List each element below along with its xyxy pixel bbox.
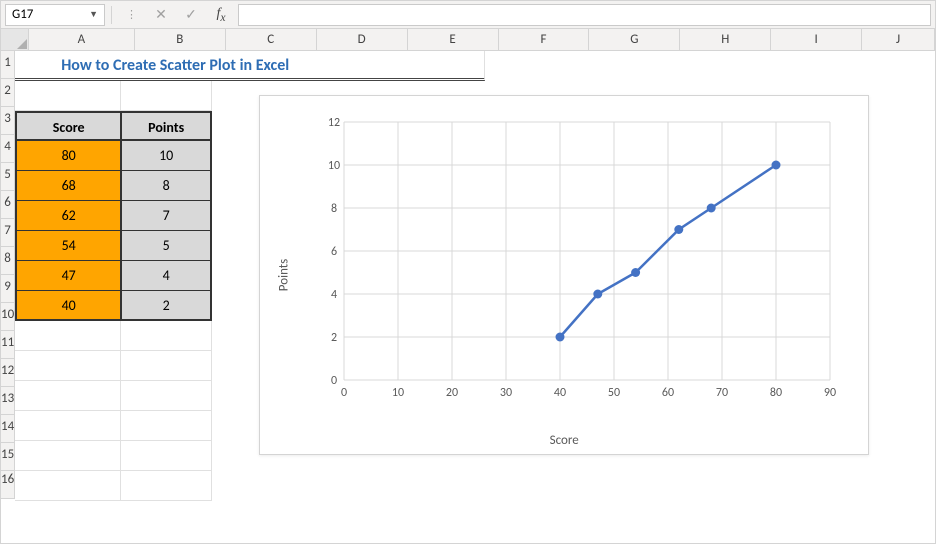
col-header-D[interactable]: D xyxy=(317,29,408,50)
svg-text:4: 4 xyxy=(331,288,337,302)
cell[interactable] xyxy=(121,441,212,471)
row-header[interactable]: 15 xyxy=(1,443,15,471)
chart-plot: 0 2 4 6 8 10 12 0 10 20 30 40 50 60 70 80 90 xyxy=(320,116,840,404)
table-cell[interactable]: 10 xyxy=(121,141,212,171)
grid-area: A B C D E F G H I J 1 2 3 4 5 6 7 8 9 10 xyxy=(1,29,935,543)
chart-x-axis-title: Score xyxy=(550,433,579,448)
cancel-icon[interactable]: ✕ xyxy=(148,4,174,26)
cell[interactable] xyxy=(121,81,212,111)
row-header[interactable]: 6 xyxy=(1,191,15,219)
svg-text:30: 30 xyxy=(500,386,512,400)
table-cell[interactable]: 47 xyxy=(15,261,121,291)
table-header-points[interactable]: Points xyxy=(121,111,212,141)
row-header[interactable]: 12 xyxy=(1,359,15,387)
row-header[interactable]: 3 xyxy=(1,107,15,135)
svg-text:70: 70 xyxy=(716,386,728,400)
row-header[interactable]: 2 xyxy=(1,79,15,107)
row-header[interactable]: 11 xyxy=(1,331,15,359)
svg-text:50: 50 xyxy=(608,386,620,400)
formula-bar: G17 ▼ ⋮ ✕ ✓ fx xyxy=(1,1,935,29)
row-header[interactable]: 9 xyxy=(1,275,15,303)
svg-text:6: 6 xyxy=(331,245,337,259)
table-cell[interactable]: 4 xyxy=(121,261,212,291)
table-cell[interactable]: 2 xyxy=(121,291,212,321)
chart[interactable]: Points Score 0 2 4 6 8 10 12 0 10 20 30 40 50 60 70 80 9… xyxy=(259,95,869,455)
svg-text:2: 2 xyxy=(331,331,337,345)
svg-text:8: 8 xyxy=(331,202,337,216)
cell[interactable] xyxy=(15,441,121,471)
col-header-A[interactable]: A xyxy=(29,29,135,50)
row-header[interactable]: 4 xyxy=(1,135,15,163)
cell[interactable] xyxy=(15,471,121,501)
row-header[interactable]: 5 xyxy=(1,163,15,191)
cell[interactable] xyxy=(121,321,212,351)
col-header-B[interactable]: B xyxy=(135,29,226,50)
svg-text:90: 90 xyxy=(824,386,836,400)
svg-text:0: 0 xyxy=(331,374,337,388)
row-headers: 1 2 3 4 5 6 7 8 9 10 11 12 13 14 15 16 xyxy=(1,51,15,543)
excel-window: G17 ▼ ⋮ ✕ ✓ fx A B C D E F G H I J 1 xyxy=(0,0,936,544)
col-header-F[interactable]: F xyxy=(499,29,590,50)
cell[interactable] xyxy=(121,411,212,441)
cell[interactable] xyxy=(15,411,121,441)
chevron-down-icon: ▼ xyxy=(89,9,98,20)
table-cell[interactable]: 68 xyxy=(15,171,121,201)
cell[interactable] xyxy=(121,471,212,501)
row-header[interactable]: 1 xyxy=(1,51,15,79)
svg-text:10: 10 xyxy=(328,159,340,173)
table-cell[interactable]: 80 xyxy=(15,141,121,171)
cell[interactable] xyxy=(121,381,212,411)
col-header-G[interactable]: G xyxy=(589,29,680,50)
cells[interactable]: How to Create Scatter Plot in Excel Scor… xyxy=(15,51,935,543)
cell[interactable] xyxy=(15,321,121,351)
row-header[interactable]: 13 xyxy=(1,387,15,415)
cell[interactable] xyxy=(15,351,121,381)
enter-icon[interactable]: ✓ xyxy=(178,4,204,26)
cell[interactable] xyxy=(121,351,212,381)
col-header-I[interactable]: I xyxy=(771,29,862,50)
select-all-button[interactable] xyxy=(1,29,29,50)
divider xyxy=(111,6,112,24)
table-header-score[interactable]: Score xyxy=(15,111,121,141)
row-header[interactable]: 14 xyxy=(1,415,15,443)
row-header[interactable]: 8 xyxy=(1,247,15,275)
table-cell[interactable]: 62 xyxy=(15,201,121,231)
table-cell[interactable]: 40 xyxy=(15,291,121,321)
svg-text:80: 80 xyxy=(770,386,782,400)
svg-text:20: 20 xyxy=(446,386,458,400)
formula-input[interactable] xyxy=(238,4,931,26)
name-box-value: G17 xyxy=(12,7,33,22)
page-title[interactable]: How to Create Scatter Plot in Excel xyxy=(15,51,485,81)
svg-text:10: 10 xyxy=(392,386,404,400)
column-headers: A B C D E F G H I J xyxy=(1,29,935,51)
svg-text:60: 60 xyxy=(662,386,674,400)
cell[interactable] xyxy=(15,81,121,111)
cell[interactable] xyxy=(15,381,121,411)
col-header-E[interactable]: E xyxy=(408,29,499,50)
row-header[interactable]: 16 xyxy=(1,471,15,499)
table-cell[interactable]: 54 xyxy=(15,231,121,261)
table-cell[interactable]: 5 xyxy=(121,231,212,261)
row-header[interactable]: 7 xyxy=(1,219,15,247)
more-icon: ⋮ xyxy=(118,4,144,26)
col-header-J[interactable]: J xyxy=(862,29,935,50)
row-header[interactable]: 10 xyxy=(1,303,15,331)
svg-text:12: 12 xyxy=(328,116,340,130)
svg-text:0: 0 xyxy=(341,386,347,400)
table-cell[interactable]: 7 xyxy=(121,201,212,231)
name-box[interactable]: G17 ▼ xyxy=(5,4,105,26)
col-header-C[interactable]: C xyxy=(226,29,317,50)
svg-text:40: 40 xyxy=(554,386,566,400)
fx-icon[interactable]: fx xyxy=(208,4,234,26)
table-cell[interactable]: 8 xyxy=(121,171,212,201)
col-header-H[interactable]: H xyxy=(680,29,771,50)
chart-y-axis-title: Points xyxy=(277,259,292,291)
